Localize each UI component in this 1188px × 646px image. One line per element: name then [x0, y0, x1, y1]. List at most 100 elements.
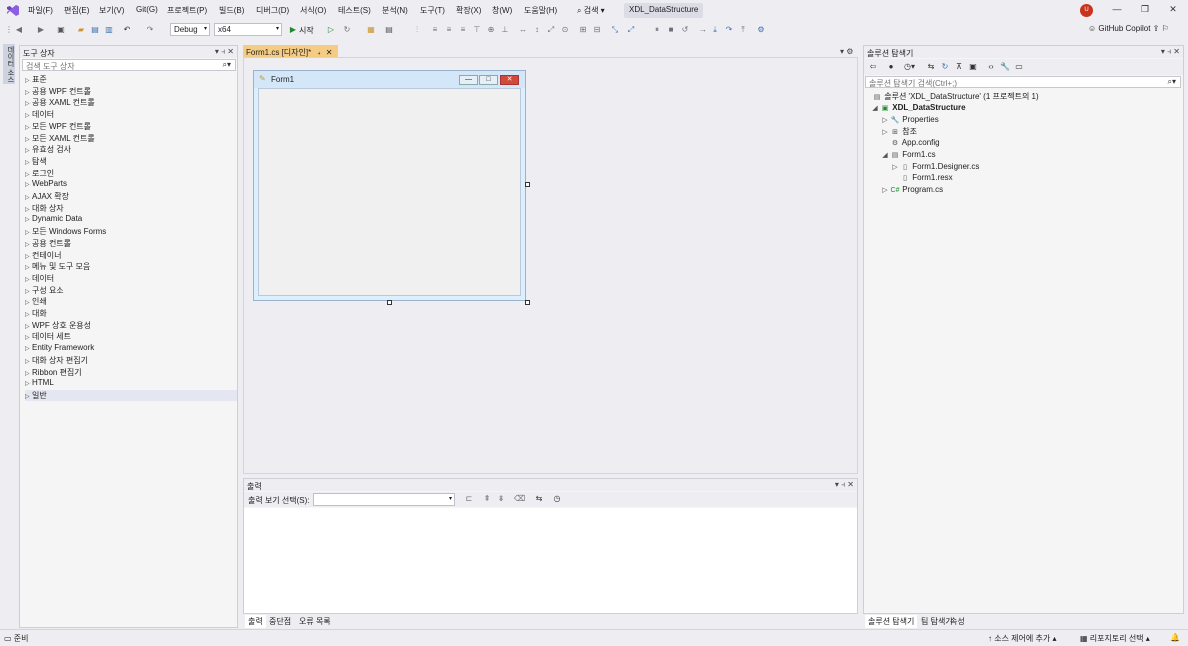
menu-analyze[interactable]: 분석(N)	[382, 5, 408, 16]
menu-tools[interactable]: 도구(T)	[420, 5, 445, 16]
references-node[interactable]: ▷ ⊞ 참조	[880, 126, 917, 137]
toolbox-category[interactable]: ▷ Dynamic Data	[25, 214, 82, 225]
solution-search-input[interactable]: 솔루션 탐색기 검색(Ctrl+;) ⌕▾	[865, 76, 1181, 88]
data-sources-tab[interactable]: 데이터 소스	[3, 44, 15, 84]
close-icon[interactable]: ✕	[1166, 4, 1180, 16]
select-repository-button[interactable]: ▦ 리포지토리 선택 ▴	[1080, 633, 1150, 644]
step-into-icon[interactable]: ⤓	[710, 25, 720, 35]
save-all-icon[interactable]: ▥	[104, 25, 114, 35]
form1-window[interactable]: ✎ Form1 — □ ✕	[253, 70, 526, 301]
form1-node[interactable]: ◢ ▤ Form1.cs	[880, 150, 935, 159]
toolbox-category[interactable]: ▷ 공용 XAML 컨트롤	[25, 97, 95, 108]
clear-all-icon[interactable]: ⌫	[514, 494, 525, 504]
panel-controls[interactable]: ▾ ⫞ ✕	[835, 480, 854, 490]
align-right-icon[interactable]: ≡	[458, 25, 468, 35]
restore-icon[interactable]: ❐	[1138, 4, 1152, 16]
zoom-icon[interactable]: ⊙	[560, 25, 570, 35]
customize-icon[interactable]: ⚙	[756, 25, 766, 35]
toolbox-category[interactable]: ▷ 대화 상자 편집기	[25, 355, 88, 366]
form1-client-area[interactable]	[258, 88, 521, 296]
toolbox-category[interactable]: ▷ WebParts	[25, 179, 67, 190]
toolbox-category[interactable]: ▷ 컨테이너	[25, 250, 61, 261]
program-node[interactable]: ▷ C# Program.cs	[880, 185, 943, 194]
start-icon[interactable]: ▶	[288, 25, 298, 35]
app-config-node[interactable]: ⚙ App.config	[890, 138, 940, 147]
save-icon[interactable]: ▤	[90, 25, 100, 35]
resize-handle-bottom[interactable]	[387, 300, 392, 305]
refresh-icon[interactable]: ↻	[940, 62, 950, 72]
menu-extensions[interactable]: 확장(X)	[456, 5, 481, 16]
feedback-icon[interactable]: ⚐	[1162, 24, 1169, 33]
tab-breakpoints[interactable]: 중단점	[266, 615, 294, 628]
minimize-icon[interactable]: —	[1110, 4, 1124, 16]
back-icon[interactable]: ◀	[14, 25, 24, 35]
close-tab-icon[interactable]: ✕	[326, 48, 333, 57]
toolbox-category[interactable]: ▷ HTML	[25, 378, 54, 389]
step-icon[interactable]: ⤡	[610, 25, 620, 35]
menu-view[interactable]: 보기(V)	[99, 5, 124, 16]
step-out-icon[interactable]: ⤒	[738, 25, 748, 35]
toolbox-category[interactable]: ▷ Ribbon 편집기	[25, 367, 82, 378]
toolbox-category[interactable]: ▷ 공용 컨트롤	[25, 238, 71, 249]
same-width-icon[interactable]: ↔	[518, 25, 528, 35]
toolbox-category[interactable]: ▷ 데이터 세트	[25, 331, 71, 342]
align-left-icon[interactable]: ≡	[430, 25, 440, 35]
config-dropdown[interactable]: Debug ▾	[170, 23, 210, 36]
output-text-area[interactable]	[244, 508, 857, 613]
view-code-icon[interactable]: ‹›	[986, 62, 996, 72]
start-without-debug-icon[interactable]: ▷	[326, 25, 336, 35]
same-height-icon[interactable]: ↕	[532, 25, 542, 35]
toolbox-category[interactable]: ▷ AJAX 확장	[25, 191, 69, 202]
same-size-icon[interactable]: ⤢	[546, 25, 556, 35]
menu-test[interactable]: 테스트(S)	[338, 5, 371, 16]
share-icon[interactable]: ⇪	[1153, 24, 1160, 33]
toolbox-category[interactable]: ▷ 로그인	[25, 168, 54, 179]
project-node[interactable]: ◢ ▣ XDL_DataStructure	[870, 103, 965, 112]
form1-resx-node[interactable]: ▯ Form1.resx	[900, 173, 953, 182]
toolbox-search-input[interactable]: 검색 도구 상자 ⌕▾	[22, 59, 236, 71]
preview-icon[interactable]: ▭	[1014, 62, 1024, 72]
tab-overflow-icon[interactable]: ▾ ⚙	[840, 47, 853, 56]
spacing-icon[interactable]: ⊞	[578, 25, 588, 35]
tab-form1-design[interactable]: Form1.cs [디자인]* ⫞ ✕	[243, 45, 338, 57]
output-source-dropdown[interactable]: ▾	[313, 493, 455, 506]
align-top-icon[interactable]: ⊤	[472, 25, 482, 35]
prev-message-icon[interactable]: ⇞	[482, 494, 492, 504]
toolbox-category[interactable]: ▷ 일반	[25, 389, 237, 401]
toolbox-category[interactable]: ▷ 메뉴 및 도구 모음	[25, 261, 90, 272]
menu-project[interactable]: 프로젝트(P)	[167, 5, 207, 16]
back-icon[interactable]: ⇦	[868, 62, 878, 72]
collapse-all-icon[interactable]: ⊼	[954, 62, 964, 72]
menu-file[interactable]: 파일(F)	[28, 5, 53, 16]
align-center-icon[interactable]: ≡	[444, 25, 454, 35]
toolbox-category[interactable]: ▷ 모든 WPF 컨트롤	[25, 121, 91, 132]
toolbox-category[interactable]: ▷ WPF 상호 운용성	[25, 320, 91, 331]
github-copilot-button[interactable]: ☺ GitHub Copilot ⇪ ⚐	[1088, 24, 1169, 33]
solution-explorer-icon[interactable]: ▦	[366, 25, 376, 35]
notifications-icon[interactable]: 🔔	[1170, 633, 1180, 642]
menu-window[interactable]: 창(W)	[492, 5, 512, 16]
menu-git[interactable]: Git(G)	[136, 5, 158, 14]
search-button[interactable]: ⌕ 검색 ▾	[577, 5, 605, 16]
toolbox-category[interactable]: ▷ 표준	[25, 74, 47, 85]
toolbox-category[interactable]: ▷ 구성 요소	[25, 285, 64, 296]
forward-icon[interactable]: ▶	[36, 25, 46, 35]
resize-handle-right[interactable]	[525, 182, 530, 187]
toolbox-category[interactable]: ▷ 모든 Windows Forms	[25, 226, 106, 237]
properties-node[interactable]: ▷ 🔧 Properties	[880, 115, 938, 124]
toolbox-category[interactable]: ▷ Entity Framework	[25, 343, 94, 354]
align-icon[interactable]: ⫶	[412, 25, 422, 35]
step-over-icon[interactable]: ↷	[724, 25, 734, 35]
menu-help[interactable]: 도움말(H)	[524, 5, 557, 16]
toolbox-category[interactable]: ▷ 모든 XAML 컨트롤	[25, 133, 95, 144]
toolbox-category[interactable]: ▷ 데이터	[25, 109, 54, 120]
menu-debug[interactable]: 디버그(D)	[256, 5, 289, 16]
toolbox-category[interactable]: ▷ 유효성 검사	[25, 144, 71, 155]
step2-icon[interactable]: ⤢	[626, 25, 636, 35]
hot-reload-icon[interactable]: ↻	[342, 25, 352, 35]
add-to-source-control-button[interactable]: ↑ 소스 제어에 추가 ▴	[988, 633, 1056, 644]
align-middle-icon[interactable]: ⊕	[486, 25, 496, 35]
menu-edit[interactable]: 편집(E)	[64, 5, 89, 16]
show-all-files-icon[interactable]: ▣	[968, 62, 978, 72]
solution-node[interactable]: ▤ 솔루션 'XDL_DataStructure' (1 프로젝트의 1)	[872, 91, 1039, 102]
